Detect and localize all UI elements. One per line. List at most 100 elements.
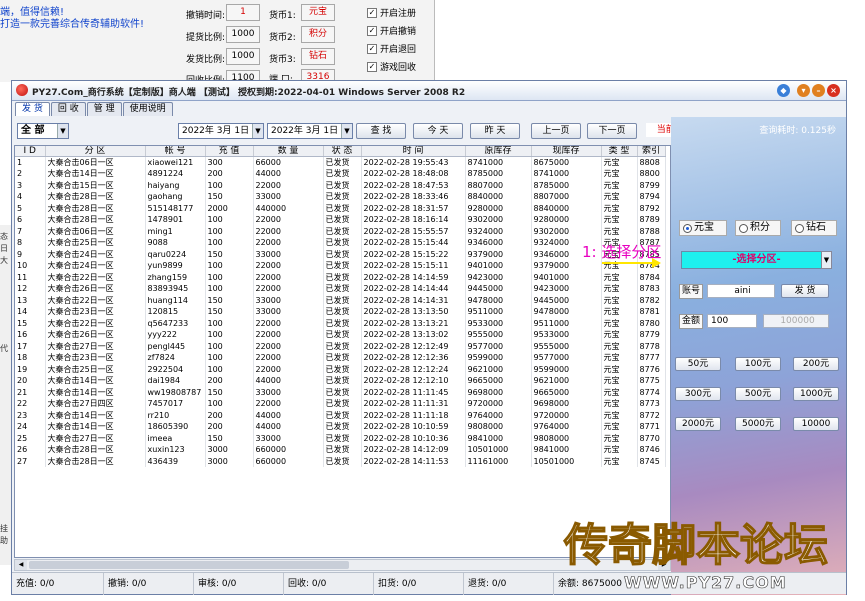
column-header[interactable]: 帐 号 — [145, 146, 206, 157]
today-button[interactable]: 今 天 — [413, 123, 463, 139]
currency-radio-points[interactable]: 积分 — [735, 220, 781, 236]
table-row[interactable]: 14 大秦合击23日一区 120815 150 33000 已发货 2022-02-28 1… — [15, 306, 666, 318]
amount-1000-button[interactable]: 1000元 — [793, 387, 839, 401]
checkbox-checked-icon: ✓ — [367, 43, 377, 54]
table-row[interactable]: 16 大秦合击26日一区 yyy222 100 22000 已发货 2022-02-28 1… — [15, 329, 666, 341]
column-header[interactable]: 原库存 — [465, 146, 532, 157]
column-header[interactable]: 数 量 — [253, 146, 324, 157]
tab-help[interactable]: 使用说明 — [122, 102, 173, 116]
radio-icon — [795, 223, 804, 233]
date-to-picker[interactable]: 2022年 3月 1日 ▼ — [267, 123, 353, 139]
table-row[interactable]: 18 大秦合击23日一区 zf7824 100 22000 已发货 2022-02-28 1… — [15, 352, 666, 364]
bg-check-cancel[interactable]: ✓ 开启撤销 — [367, 24, 416, 37]
minimize-icon[interactable]: – — [812, 84, 825, 97]
currency-radio-yuanbao[interactable]: 元宝 — [679, 220, 727, 236]
table-row[interactable]: 2 大秦合击14日一区 4891224 200 44000 已发货 2022-02-28 1… — [15, 168, 666, 180]
table-cell: 13 — [15, 294, 46, 306]
tab-recycle[interactable]: 回 收 — [50, 102, 86, 116]
amount-100-button[interactable]: 100元 — [735, 357, 781, 371]
zone-select[interactable]: -选择分区- ▼ — [681, 251, 832, 269]
table-row[interactable]: 25 大秦合击27日一区 imeea 150 33000 已发货 2022-02-28 10… — [15, 432, 666, 444]
table-row[interactable]: 6 大秦合击28日一区 1478901 100 22000 已发货 2022-02-28 1… — [15, 214, 666, 226]
table-row[interactable]: 1 大秦合击06日一区 xiaowei121 300 66000 已发货 2022-02-2… — [15, 156, 666, 168]
title-bar[interactable]: PY27.Com_商行系统【定制版】商人端 【测试】 授权到期:2022-04-… — [12, 81, 846, 101]
next-page-button[interactable]: 下一页 — [587, 123, 637, 139]
table-cell: 元宝 — [601, 283, 638, 295]
bg-check-cancel-label: 开启撤销 — [380, 27, 417, 37]
close-icon[interactable]: × — [827, 84, 840, 97]
bg-check-recycle[interactable]: ✓ 游戏回收 — [367, 60, 416, 73]
table-cell: 2022-02-28 13:13:50 — [361, 306, 466, 318]
table-row[interactable]: 17 大秦合击27日一区 pengl445 100 22000 已发货 2022-02-28… — [15, 340, 666, 352]
amount-2000-button[interactable]: 2000元 — [675, 417, 721, 431]
column-header[interactable]: 类 型 — [601, 146, 638, 157]
table-row[interactable]: 7 大秦合击06日一区 ming1 100 22000 已发货 2022-02-28 15:… — [15, 225, 666, 237]
table-row[interactable]: 22 大秦合击27日四区 7457017 100 22000 已发货 2022-02-28 … — [15, 398, 666, 410]
bg-pick-ratio-input[interactable]: 1000 — [226, 26, 260, 43]
currency-radio-diamond[interactable]: 钻石 — [791, 220, 837, 236]
amount-input[interactable]: 100 — [707, 314, 757, 328]
column-header[interactable]: I D — [15, 146, 46, 157]
scrollbar-thumb[interactable] — [29, 561, 349, 569]
column-header[interactable]: 充 值 — [205, 146, 254, 157]
tab-send[interactable]: 发 货 — [15, 102, 50, 116]
amount-500-button[interactable]: 500元 — [735, 387, 781, 401]
table-row[interactable]: 8 大秦合击25日一区 9088 100 22000 已发货 2022-02-28 15:1… — [15, 237, 666, 249]
table-row[interactable]: 27 大秦合击28日一区 436439 3000 660000 已发货 2022-02-28… — [15, 455, 666, 467]
table-row[interactable]: 9 大秦合击24日一区 qaru0224 150 33000 已发货 2022-02-28 … — [15, 248, 666, 260]
table-row[interactable]: 19 大秦合击25日一区 2922504 100 22000 已发货 2022-02-28 … — [15, 363, 666, 375]
column-header[interactable]: 现库存 — [531, 146, 602, 157]
date-to-value: 2022年 3月 1日 — [271, 126, 339, 136]
table-row[interactable]: 11 大秦合击22日一区 zhang159 100 22000 已发货 2022-02-28… — [15, 271, 666, 283]
send-button[interactable]: 发 货 — [781, 284, 829, 298]
window-title: PY27.Com_商行系统【定制版】商人端 【测试】 授权到期:2022-04-… — [32, 88, 466, 98]
table-row[interactable]: 13 大秦合击22日一区 huang114 150 33000 已发货 2022-02-28… — [15, 294, 666, 306]
bg-check-register[interactable]: ✓ 开启注册 — [367, 6, 416, 19]
table-row[interactable]: 20 大秦合击14日一区 dai1984 200 44000 已发货 2022-02-28 … — [15, 375, 666, 387]
account-input[interactable]: aini — [707, 284, 775, 298]
column-header[interactable]: 时 间 — [361, 146, 466, 157]
prev-page-button[interactable]: 上一页 — [531, 123, 581, 139]
table-cell: 元宝 — [601, 202, 638, 214]
column-header[interactable]: 状 态 — [323, 146, 362, 157]
menu-icon[interactable]: ▾ — [797, 84, 810, 97]
table-row[interactable]: 21 大秦合击14日一区 ww19808787 150 33000 已发货 2022-02-… — [15, 386, 666, 398]
amount-50-button[interactable]: 50元 — [675, 357, 721, 371]
yesterday-button[interactable]: 昨 天 — [470, 123, 520, 139]
bg-send-ratio-input[interactable]: 1000 — [226, 48, 260, 65]
table-cell: 9698000 — [465, 386, 532, 398]
table-row[interactable]: 24 大秦合击14日一区 18605390 200 44000 已发货 2022-02-28… — [15, 421, 666, 433]
table-row[interactable]: 4 大秦合击28日一区 gaohang 150 33000 已发货 2022-02-28 1… — [15, 191, 666, 203]
table-cell: 150 — [205, 294, 254, 306]
bg-currency1-input[interactable]: 元宝 — [301, 4, 335, 21]
amount-5000-button[interactable]: 5000元 — [735, 417, 781, 431]
amount-300-button[interactable]: 300元 — [675, 387, 721, 401]
amount-200-button[interactable]: 200元 — [793, 357, 839, 371]
table-cell: 大秦合击25日一区 — [45, 237, 146, 249]
bg-check-return[interactable]: ✓ 开启退回 — [367, 42, 416, 55]
column-header[interactable]: 分 区 — [45, 146, 146, 157]
table-row[interactable]: 3 大秦合击15日一区 haiyang 100 22000 已发货 2022-02-28 1… — [15, 179, 666, 191]
table-row[interactable]: 26 大秦合击28日一区 xuxin123 3000 660000 已发货 2022-02-… — [15, 444, 666, 456]
column-header[interactable]: 索引 — [637, 146, 666, 157]
search-button[interactable]: 查 找 — [356, 123, 406, 139]
table-row[interactable]: 23 大秦合击14日一区 rr210 200 44000 已发货 2022-02-28 11… — [15, 409, 666, 421]
skin-icon[interactable]: ◆ — [777, 84, 790, 97]
scroll-left-icon[interactable]: ◀ — [15, 560, 27, 570]
table-row[interactable]: 15 大秦合击22日一区 q5647233 100 22000 已发货 2022-02-28… — [15, 317, 666, 329]
table-cell: 8808 — [637, 156, 666, 168]
amount-10000-button[interactable]: 10000 — [793, 417, 839, 431]
bg-currency3-input[interactable]: 钻石 — [301, 48, 335, 65]
table-cell: 14 — [15, 306, 46, 318]
table-cell: 元宝 — [601, 317, 638, 329]
table-cell: 元宝 — [601, 363, 638, 375]
region-filter-select[interactable]: 全 部 ▼ — [17, 123, 69, 139]
table-cell: 27 — [15, 455, 46, 467]
bg-currency2-input[interactable]: 积分 — [301, 26, 335, 43]
date-from-picker[interactable]: 2022年 3月 1日 ▼ — [178, 123, 264, 139]
bg-cancel-time-input[interactable]: 1 — [226, 4, 260, 21]
table-row[interactable]: 5 大秦合击28日一区 515148177 2000 440000 已发货 2022-02-… — [15, 202, 666, 214]
table-row[interactable]: 10 大秦合击24日一区 yun9899 100 22000 已发货 2022-02-28 … — [15, 260, 666, 272]
tab-manage[interactable]: 管 理 — [86, 102, 122, 116]
table-row[interactable]: 12 大秦合击26日一区 83893945 100 22000 已发货 2022-02-28… — [15, 283, 666, 295]
